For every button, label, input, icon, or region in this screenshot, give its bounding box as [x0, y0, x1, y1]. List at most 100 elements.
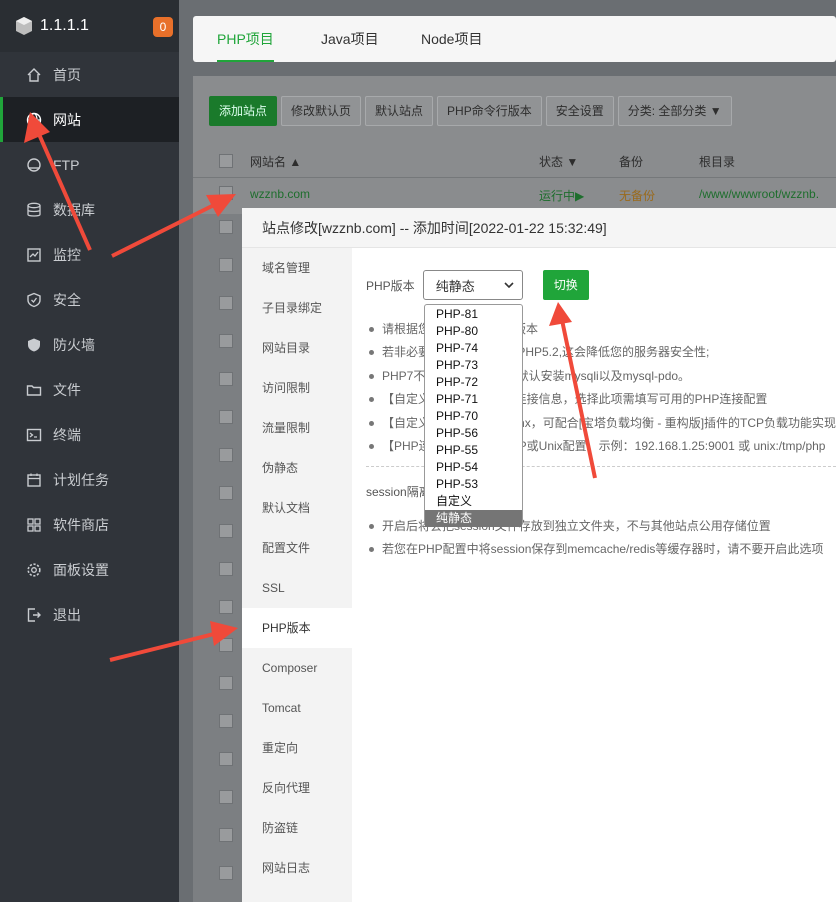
- modal-nav-item[interactable]: SSL: [242, 568, 352, 608]
- sidebar-item-6[interactable]: 防火墙: [0, 322, 179, 367]
- php-version-option[interactable]: PHP-54: [425, 459, 522, 476]
- col-status[interactable]: 状态 ▼: [539, 153, 578, 170]
- php-version-dropdown: PHP-81 PHP-80 PHP-74 PHP-73 PHP-72 PHP-71 PHP-…: [424, 304, 523, 527]
- row-checkbox[interactable]: [219, 448, 233, 462]
- folder-icon: [26, 384, 42, 396]
- row-checkbox[interactable]: [219, 676, 233, 690]
- sidebar-item-10[interactable]: 软件商店: [0, 502, 179, 547]
- sidebar-menu: 首页 网站 FTP 数据库监控安全防火墙文件 终端 计划任务 软件商店 面板设置退出: [0, 52, 179, 637]
- calendar-icon: [27, 473, 41, 487]
- php-version-option[interactable]: PHP-70: [425, 408, 522, 425]
- php-version-option[interactable]: 自定义: [425, 493, 522, 510]
- php-version-select[interactable]: 纯静态: [422, 270, 523, 300]
- row-checkbox[interactable]: [219, 220, 233, 234]
- modal-nav-item[interactable]: Tomcat: [242, 688, 352, 728]
- sidebar-item-8[interactable]: 终端: [0, 412, 179, 457]
- notification-badge[interactable]: 0: [153, 17, 173, 37]
- modal-nav-item[interactable]: PHP版本: [242, 608, 352, 648]
- firewall-icon: [28, 338, 40, 351]
- site-backup[interactable]: 无备份: [619, 187, 655, 204]
- tab-java[interactable]: Java项目: [321, 16, 379, 62]
- row-checkbox[interactable]: [219, 790, 233, 804]
- modal-nav-item[interactable]: 子目录绑定: [242, 288, 352, 328]
- sidebar-item-11[interactable]: 面板设置: [0, 547, 179, 592]
- modal-nav-item[interactable]: 网站日志: [242, 848, 352, 888]
- sidebar-item-7[interactable]: 文件: [0, 367, 179, 412]
- row-checkbox[interactable]: [219, 296, 233, 310]
- php-version-option[interactable]: PHP-73: [425, 357, 522, 374]
- sidebar-item-label: 退出: [53, 606, 81, 623]
- php-version-option[interactable]: PHP-55: [425, 442, 522, 459]
- row-checkbox[interactable]: [219, 258, 233, 272]
- logout-icon: [27, 607, 41, 622]
- sidebar-item-2[interactable]: FTP: [0, 142, 179, 187]
- php-version-option[interactable]: PHP-72: [425, 374, 522, 391]
- site-name-link[interactable]: wzznb.com: [250, 187, 310, 201]
- php-version-option[interactable]: PHP-71: [425, 391, 522, 408]
- php-version-option[interactable]: PHP-81: [425, 306, 522, 323]
- modal-nav-item[interactable]: 流量限制: [242, 408, 352, 448]
- modal-nav-item[interactable]: 防盗链: [242, 808, 352, 848]
- php-cli-version-button[interactable]: PHP命令行版本: [437, 96, 542, 126]
- sidebar-item-4[interactable]: 监控: [0, 232, 179, 277]
- select-all-checkbox[interactable]: [219, 154, 233, 168]
- security-settings-button[interactable]: 安全设置: [545, 96, 614, 126]
- php-version-option[interactable]: 纯静态: [425, 510, 522, 527]
- php-version-option[interactable]: PHP-53: [425, 476, 522, 493]
- sidebar-item-label: 防火墙: [53, 336, 95, 353]
- sidebar-item-9[interactable]: 计划任务: [0, 457, 179, 502]
- sidebar-item-label: 数据库: [53, 201, 95, 218]
- sidebar-item-label: FTP: [53, 156, 80, 173]
- modal-nav-item[interactable]: 网站目录: [242, 328, 352, 368]
- gear-icon: [27, 562, 41, 577]
- modal-nav-item[interactable]: 配置文件: [242, 528, 352, 568]
- row-checkbox[interactable]: [219, 752, 233, 766]
- row-checkbox[interactable]: [219, 410, 233, 424]
- row-checkbox[interactable]: [219, 714, 233, 728]
- default-site-button[interactable]: 默认站点: [365, 96, 434, 126]
- modal-nav-item[interactable]: 伪静态: [242, 448, 352, 488]
- chevron-down-icon: [504, 282, 514, 288]
- php-version-option[interactable]: PHP-80: [425, 323, 522, 340]
- row-checkbox[interactable]: [219, 524, 233, 538]
- modal-nav-item[interactable]: 反向代理: [242, 768, 352, 808]
- row-checkbox[interactable]: [219, 600, 233, 614]
- home-icon: [27, 67, 41, 82]
- sidebar-item-3[interactable]: 数据库: [0, 187, 179, 232]
- category-select-label: 分类: 全部分类: [627, 104, 707, 118]
- modal-nav-item[interactable]: 默认文档: [242, 488, 352, 528]
- tab-php[interactable]: PHP项目: [217, 16, 274, 62]
- sidebar-header: 1.1.1.1 0: [0, 0, 179, 52]
- row-checkbox[interactable]: [219, 486, 233, 500]
- sidebar-item-0[interactable]: 首页: [0, 52, 179, 97]
- modal-nav-item[interactable]: 访问限制: [242, 368, 352, 408]
- modal-nav-item[interactable]: Composer: [242, 648, 352, 688]
- tab-node[interactable]: Node项目: [421, 16, 482, 62]
- row-checkbox[interactable]: [219, 638, 233, 652]
- col-name[interactable]: 网站名 ▲: [250, 153, 301, 170]
- php-version-option[interactable]: PHP-56: [425, 425, 522, 442]
- category-select[interactable]: 分类: 全部分类 ▼: [617, 96, 732, 126]
- php-version-label: PHP版本: [366, 278, 415, 293]
- row-checkbox[interactable]: [219, 186, 233, 200]
- switch-php-button[interactable]: 切换: [542, 270, 589, 300]
- monitor-icon: [27, 247, 41, 262]
- php-version-option[interactable]: PHP-74: [425, 340, 522, 357]
- row-checkbox[interactable]: [219, 866, 233, 880]
- add-site-button[interactable]: 添加站点: [209, 96, 278, 126]
- row-checkbox[interactable]: [219, 828, 233, 842]
- site-root[interactable]: /www/wwwroot/wzznb.: [699, 187, 819, 201]
- table-header: 网站名 ▲ 状态 ▼ 备份 根目录: [193, 144, 836, 178]
- edit-default-page-button[interactable]: 修改默认页: [281, 96, 362, 126]
- row-checkbox[interactable]: [219, 562, 233, 576]
- modal-nav-item[interactable]: 重定向: [242, 728, 352, 768]
- sidebar-item-5[interactable]: 安全: [0, 277, 179, 322]
- row-checkbox[interactable]: [219, 334, 233, 348]
- sidebar: 1.1.1.1 0 首页 网站 FTP 数据库监控安全防火墙文件 终端 计划任务 软件商店面…: [0, 0, 179, 902]
- row-checkbox[interactable]: [219, 372, 233, 386]
- modal-nav-item[interactable]: 域名管理: [242, 248, 352, 288]
- sidebar-item-label: 安全: [53, 291, 81, 308]
- sidebar-item-12[interactable]: 退出: [0, 592, 179, 637]
- site-status[interactable]: 运行中▶: [539, 187, 584, 204]
- sidebar-item-1[interactable]: 网站: [0, 97, 179, 142]
